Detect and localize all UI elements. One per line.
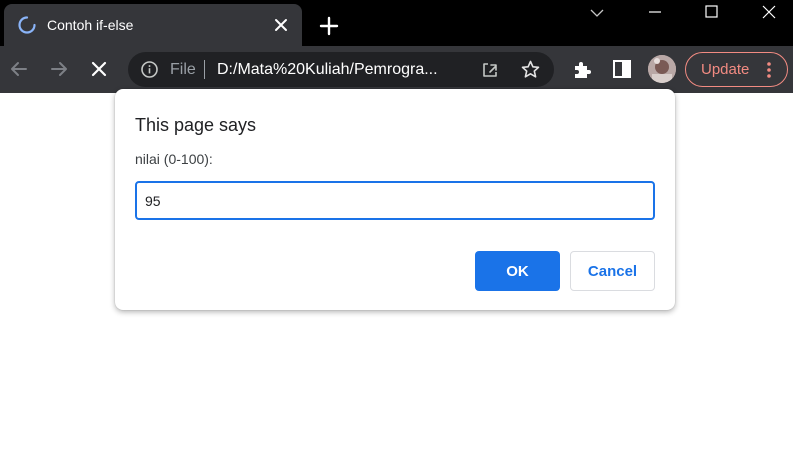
avatar-photo-icon xyxy=(648,55,676,83)
browser-tab[interactable]: Contoh if-else xyxy=(4,4,302,46)
new-tab-plus-icon[interactable] xyxy=(318,15,340,37)
dialog-title: This page says xyxy=(135,115,257,135)
update-button[interactable]: Update xyxy=(685,52,788,87)
maximize-icon[interactable] xyxy=(688,0,734,28)
update-label: Update xyxy=(701,61,750,78)
tab-title: Contoh if-else xyxy=(47,17,134,33)
prompt-input[interactable] xyxy=(135,181,655,220)
url-text[interactable]: D:/Mata%20Kuliah/Pemrogra... xyxy=(217,61,467,79)
stop-loading-close-icon[interactable] xyxy=(86,56,112,82)
tab-strip: Contoh if-else xyxy=(0,0,793,46)
window-close-icon[interactable] xyxy=(746,0,792,28)
loading-spinner-icon xyxy=(18,16,36,34)
info-icon[interactable] xyxy=(140,60,159,79)
dialog-message: nilai (0-100): xyxy=(135,151,213,167)
share-icon[interactable] xyxy=(480,60,500,80)
tab-search-chevron-down-icon[interactable] xyxy=(574,0,620,28)
bookmark-star-icon[interactable] xyxy=(520,59,541,80)
extensions-puzzle-icon[interactable] xyxy=(570,57,594,81)
minimize-icon[interactable] xyxy=(632,0,678,28)
back-arrow-left-icon[interactable] xyxy=(6,56,32,82)
profile-avatar[interactable] xyxy=(648,55,676,83)
cancel-button[interactable]: Cancel xyxy=(570,251,655,291)
scheme-divider xyxy=(204,60,205,79)
browser-toolbar: File D:/Mata%20Kuliah/Pemrogra... Update xyxy=(0,46,793,93)
ok-button[interactable]: OK xyxy=(475,251,560,291)
more-vertical-icon xyxy=(767,62,771,78)
tab-close-icon[interactable] xyxy=(272,16,290,34)
side-panel-icon[interactable] xyxy=(610,57,634,81)
url-scheme-label: File xyxy=(170,61,196,78)
address-bar[interactable]: File D:/Mata%20Kuliah/Pemrogra... xyxy=(128,52,554,87)
forward-arrow-right-icon[interactable] xyxy=(46,56,72,82)
prompt-dialog: This page says nilai (0-100): OK Cancel xyxy=(115,89,675,310)
